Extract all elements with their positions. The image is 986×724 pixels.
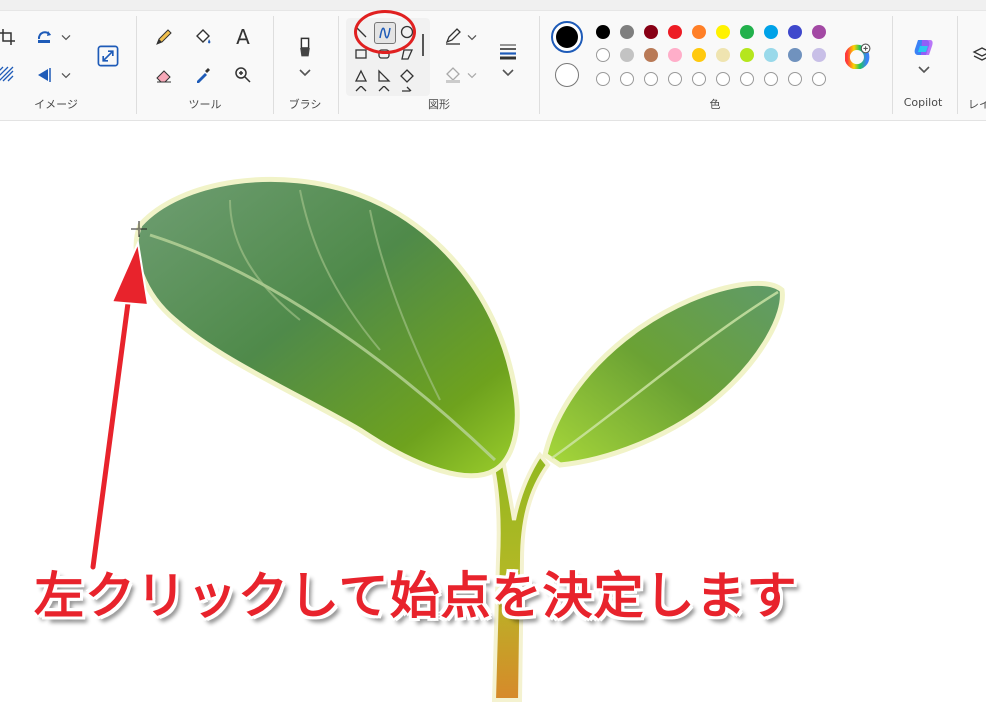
color-swatch[interactable]	[596, 25, 610, 39]
group-label-brush: ブラシ	[288, 98, 322, 111]
color-swatch[interactable]	[692, 48, 706, 62]
pencil-icon[interactable]	[151, 24, 177, 50]
shapes-scrollbar[interactable]	[422, 34, 424, 56]
seedling-image	[133, 176, 785, 702]
group-label-colors: 色	[709, 98, 721, 111]
empty-color-swatch[interactable]	[812, 72, 826, 86]
color-swatch[interactable]	[668, 25, 682, 39]
color-swatch[interactable]	[716, 48, 730, 62]
empty-color-swatch[interactable]	[644, 72, 658, 86]
color-picker-icon[interactable]	[190, 62, 216, 88]
group-label-layers: レイ	[968, 98, 986, 111]
fill-dropdown-chevron-icon[interactable]	[464, 62, 480, 88]
color-swatch[interactable]	[692, 25, 706, 39]
triangle-shape-icon[interactable]	[351, 66, 371, 86]
empty-color-swatch[interactable]	[788, 72, 802, 86]
group-label-copilot: Copilot	[903, 96, 943, 109]
brush-icon[interactable]	[291, 34, 319, 62]
highlight-circle	[354, 10, 416, 54]
color-swatch[interactable]	[740, 48, 754, 62]
flip-icon[interactable]	[32, 62, 58, 88]
color-swatch[interactable]	[740, 25, 754, 39]
color-swatch[interactable]	[812, 25, 826, 39]
layers-icon[interactable]	[972, 42, 986, 68]
resize-icon[interactable]	[94, 42, 122, 70]
empty-color-swatch[interactable]	[668, 72, 682, 86]
diamond-shape-icon[interactable]	[397, 66, 417, 86]
arrow-shape-icon[interactable]	[397, 86, 417, 96]
outline-dropdown-chevron-icon[interactable]	[464, 24, 480, 50]
color-swatch[interactable]	[644, 25, 658, 39]
group-label-shapes: 図形	[428, 98, 450, 111]
text-tool-icon[interactable]: A	[230, 24, 256, 50]
group-separator	[338, 16, 339, 114]
color-swatch[interactable]	[788, 48, 802, 62]
group-separator	[273, 16, 274, 114]
group-separator	[957, 16, 958, 114]
ribbon-top-strip	[0, 0, 986, 11]
empty-color-swatch[interactable]	[716, 72, 730, 86]
edit-colors-icon[interactable]	[844, 42, 872, 70]
rotate-icon[interactable]	[32, 24, 58, 50]
secondary-color-swatch[interactable]	[555, 63, 579, 87]
group-separator	[136, 16, 137, 114]
color-swatch[interactable]	[620, 25, 634, 39]
color-swatch[interactable]	[764, 48, 778, 62]
empty-color-swatch[interactable]	[620, 72, 634, 86]
primary-color-fill	[556, 26, 578, 48]
color-swatch[interactable]	[668, 48, 682, 62]
select-pattern-icon[interactable]	[0, 62, 20, 88]
copilot-dropdown-chevron-icon[interactable]	[914, 62, 934, 76]
brush-dropdown-chevron-icon[interactable]	[293, 62, 317, 82]
crop-icon[interactable]	[0, 24, 20, 50]
color-swatch[interactable]	[788, 25, 802, 39]
color-swatch[interactable]	[620, 48, 634, 62]
group-separator	[539, 16, 540, 114]
annotation-caption: 左クリックして始点を決定します	[34, 567, 798, 625]
line-width-icon[interactable]	[494, 38, 522, 64]
fill-icon[interactable]	[440, 62, 466, 88]
group-separator	[892, 16, 893, 114]
color-swatch[interactable]	[596, 48, 610, 62]
flip-dropdown-chevron-icon[interactable]	[58, 62, 74, 88]
empty-color-swatch[interactable]	[740, 72, 754, 86]
color-swatch[interactable]	[716, 25, 730, 39]
color-swatch[interactable]	[644, 48, 658, 62]
empty-color-swatch[interactable]	[596, 72, 610, 86]
empty-color-swatch[interactable]	[764, 72, 778, 86]
drawing-canvas[interactable]: 左クリックして始点を決定します	[0, 121, 986, 724]
outline-icon[interactable]	[440, 24, 466, 50]
group-label-image: イメージ	[34, 98, 78, 111]
pentagon-shape-icon[interactable]	[351, 86, 371, 96]
group-label-tools: ツール	[188, 98, 222, 111]
primary-color-swatch[interactable]	[551, 21, 583, 53]
crosshair-cursor-icon	[131, 221, 147, 237]
color-swatch[interactable]	[812, 48, 826, 62]
fill-bucket-icon[interactable]	[190, 24, 216, 50]
right-triangle-shape-icon[interactable]	[374, 66, 394, 86]
color-swatch[interactable]	[764, 25, 778, 39]
copilot-icon[interactable]	[910, 34, 938, 62]
magnifier-icon[interactable]	[230, 62, 256, 88]
line-width-dropdown-chevron-icon[interactable]	[496, 62, 520, 82]
hexagon-shape-icon[interactable]	[374, 86, 394, 96]
eraser-icon[interactable]	[151, 62, 177, 88]
empty-color-swatch[interactable]	[692, 72, 706, 86]
ribbon-toolbar: イメージ A ツール ブラシ 図形 色 Copilot レイ	[0, 0, 986, 121]
rotate-dropdown-chevron-icon[interactable]	[58, 24, 74, 50]
